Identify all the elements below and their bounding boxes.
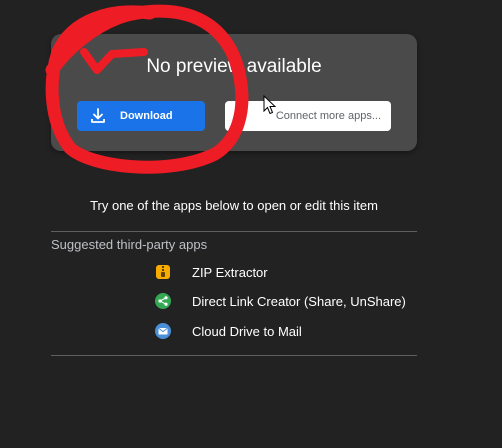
no-preview-title: No preview available [146,56,322,77]
download-button-label: Download [120,110,173,122]
app-item-label: Direct Link Creator (Share, UnShare) [192,293,406,309]
suggested-apps-title: Suggested third-party apps [51,237,208,252]
app-item-direct-link-creator[interactable]: Direct Link Creator (Share, UnShare) [155,292,406,310]
app-item-cloud-drive-to-mail[interactable]: Cloud Drive to Mail [155,322,302,340]
no-preview-card: No preview available Download Connect mo… [51,34,417,151]
connect-more-apps-button[interactable]: Connect more apps... [225,101,391,131]
app-item-label: ZIP Extractor [192,264,268,280]
download-icon [91,108,105,123]
share-icon [155,293,171,309]
open-with-prompt: Try one of the apps below to open or edi… [90,198,378,213]
zip-extractor-icon [156,265,170,279]
app-item-label: Cloud Drive to Mail [192,323,302,339]
app-item-zip-extractor[interactable]: ZIP Extractor [155,263,268,281]
download-button[interactable]: Download [77,101,205,131]
divider-top [51,231,417,232]
divider-bottom [51,355,417,356]
connect-more-apps-label: Connect more apps... [275,110,381,122]
mail-icon [155,323,171,339]
mouse-pointer-icon [263,95,277,115]
